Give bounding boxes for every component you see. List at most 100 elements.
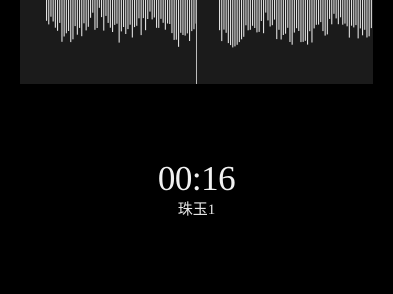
- wave-bar: [344, 0, 346, 24]
- wave-bar: [265, 0, 267, 13]
- wave-bar: [96, 0, 98, 28]
- wave-bar: [291, 0, 293, 45]
- wave-bar: [223, 0, 225, 30]
- wave-bar: [98, 0, 100, 8]
- wave-bar: [280, 0, 282, 40]
- wave-bar: [243, 0, 245, 37]
- wave-bar: [267, 0, 269, 21]
- wave-bar: [260, 0, 262, 21]
- wave-bar: [368, 0, 370, 37]
- wave-bar: [127, 0, 129, 30]
- wave-bar: [65, 0, 67, 34]
- wave-bar: [140, 0, 142, 36]
- wave-bar: [57, 0, 59, 31]
- wave-bar: [271, 0, 273, 26]
- wave-bar: [169, 0, 171, 24]
- wave-bar: [142, 0, 144, 19]
- wave-bar: [300, 0, 302, 43]
- wave-bar: [114, 0, 116, 25]
- wave-bar: [225, 0, 227, 33]
- wave-bar: [160, 0, 162, 19]
- wave-bar: [258, 0, 260, 32]
- wave-bar: [333, 0, 335, 14]
- wave-bar: [221, 0, 223, 42]
- wave-bar: [171, 0, 173, 34]
- wave-bar: [304, 0, 306, 41]
- wave-bar: [285, 0, 287, 34]
- wave-bar: [318, 0, 320, 25]
- wave-bar: [167, 0, 169, 24]
- wave-bar: [164, 0, 166, 30]
- wave-bar: [324, 0, 326, 36]
- wave-bar: [362, 0, 364, 36]
- wave-bar: [149, 0, 151, 12]
- wave-bar: [357, 0, 359, 39]
- wave-bar: [145, 0, 147, 31]
- wave-bar: [131, 0, 133, 38]
- playhead[interactable]: [196, 0, 197, 84]
- wave-bar: [252, 0, 254, 26]
- wave-bar: [173, 0, 175, 40]
- wave-bar: [125, 0, 127, 34]
- recording-name: 珠玉1: [177, 202, 216, 218]
- wave-bar: [54, 0, 56, 28]
- wave-bar: [337, 0, 339, 25]
- wave-bar: [355, 0, 357, 26]
- wave-bar: [191, 0, 193, 32]
- recorder-screen: 00:16 珠玉1: [0, 0, 393, 294]
- wave-bar: [48, 0, 50, 25]
- wave-bar: [50, 0, 52, 17]
- wave-bar: [120, 0, 122, 32]
- wave-bar: [302, 0, 304, 42]
- wave-bar: [219, 0, 221, 31]
- wave-bar: [46, 0, 48, 21]
- wave-bar: [346, 0, 348, 27]
- wave-bar: [230, 0, 232, 46]
- wave-bar: [136, 0, 138, 26]
- wave-bar: [63, 0, 65, 37]
- wave-bar: [92, 0, 94, 13]
- wave-bar: [175, 0, 177, 40]
- waveform-panel[interactable]: [20, 0, 373, 84]
- wave-bar: [353, 0, 355, 28]
- wave-bar: [296, 0, 298, 29]
- wave-bar: [322, 0, 324, 32]
- wave-bar: [269, 0, 271, 27]
- wave-bar: [81, 0, 83, 37]
- wave-bar: [109, 0, 111, 28]
- wave-bar: [241, 0, 243, 40]
- wave-bar: [116, 0, 118, 24]
- wave-bar: [289, 0, 291, 42]
- wave-bar: [147, 0, 149, 19]
- wave-bar: [298, 0, 300, 31]
- wave-bar: [193, 0, 195, 30]
- wave-bar: [184, 0, 186, 36]
- wave-bar: [245, 0, 247, 26]
- wave-bar: [105, 0, 107, 16]
- wave-bar: [83, 0, 85, 24]
- wave-bar: [138, 0, 140, 19]
- wave-bar: [74, 0, 76, 27]
- wave-bar: [87, 0, 89, 27]
- wave-bar: [309, 0, 311, 32]
- wave-bar: [326, 0, 328, 35]
- wave-bar: [287, 0, 289, 28]
- wave-bar: [94, 0, 96, 30]
- wave-bar: [238, 0, 240, 43]
- wave-bar: [348, 0, 350, 38]
- wave-bar: [76, 0, 78, 35]
- wave-bar: [118, 0, 120, 43]
- wave-bar: [366, 0, 368, 38]
- wave-bar: [72, 0, 74, 40]
- wave-bar: [307, 0, 309, 45]
- wave-bar: [359, 0, 361, 29]
- wave-bar: [52, 0, 54, 22]
- wave-bar: [180, 0, 182, 33]
- wave-bar: [315, 0, 317, 25]
- wave-bar: [189, 0, 191, 41]
- wave-bar: [129, 0, 131, 25]
- wave-bar: [234, 0, 236, 47]
- wave-bar: [134, 0, 136, 28]
- wave-bar: [59, 0, 61, 23]
- wave-bar: [85, 0, 87, 31]
